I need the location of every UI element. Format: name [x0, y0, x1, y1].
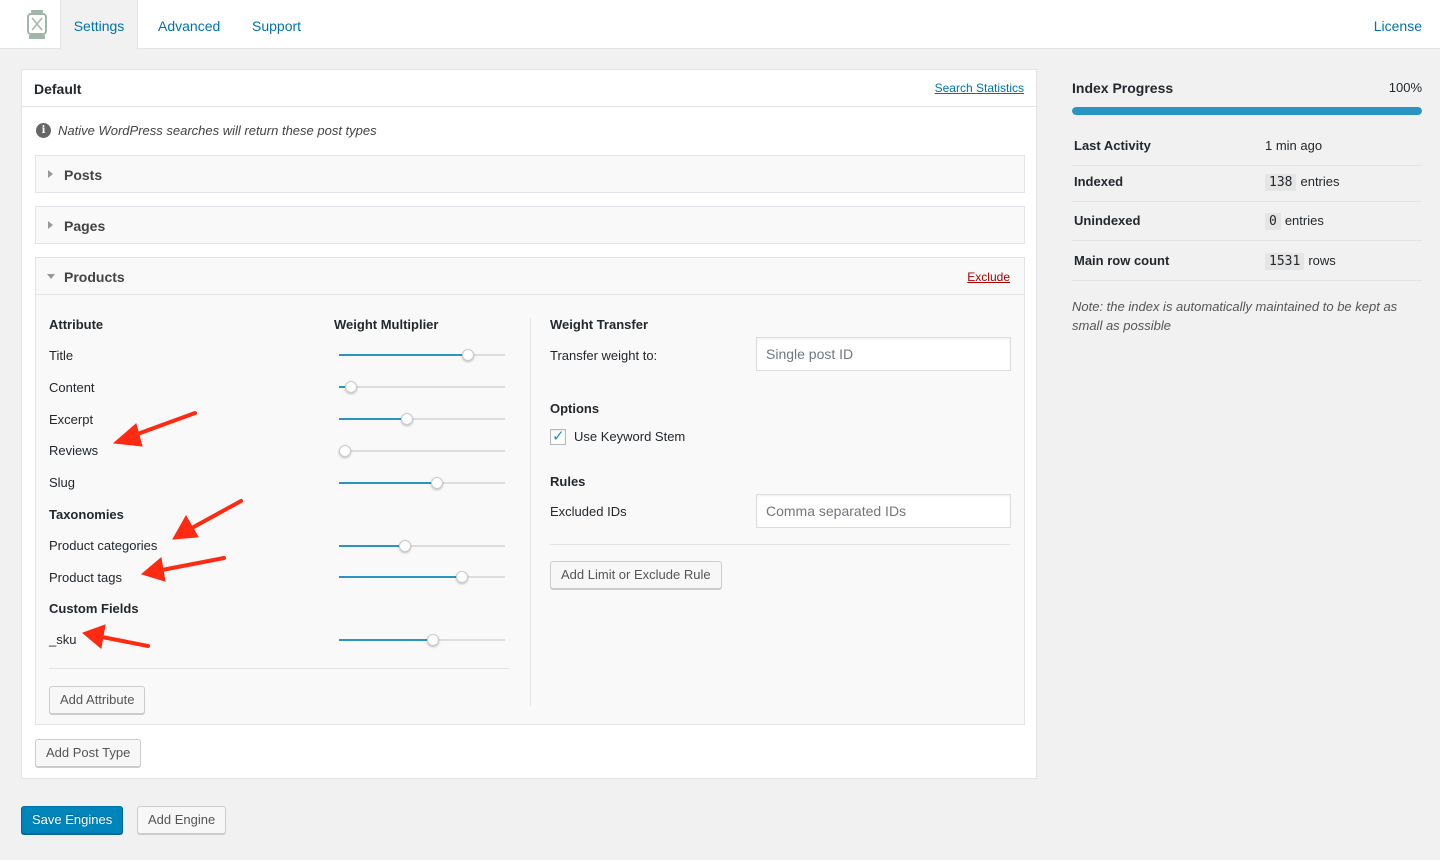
- add-attribute-button[interactable]: Add Attribute: [49, 686, 145, 714]
- stat-count: 138: [1265, 174, 1296, 191]
- weight-slider-reviews[interactable]: [339, 444, 505, 458]
- expand-arrow-icon: [48, 221, 53, 229]
- attribute-title: Title: [49, 348, 73, 363]
- tab-support[interactable]: Support: [252, 0, 301, 49]
- attribute-product-tags: Product tags: [49, 570, 122, 585]
- stat-unit: rows: [1308, 253, 1335, 268]
- search-statistics-link[interactable]: Search Statistics: [935, 81, 1024, 95]
- transfer-weight-label: Transfer weight to:: [550, 348, 657, 363]
- attribute-header: Attribute: [49, 317, 103, 332]
- stat-unindexed: Unindexed 0 entries: [1072, 201, 1422, 241]
- stat-indexed: Indexed 138 entries: [1072, 162, 1422, 202]
- attribute-sku: _sku: [49, 632, 76, 647]
- add-post-type-button[interactable]: Add Post Type: [35, 739, 141, 767]
- stat-label: Last Activity: [1074, 138, 1151, 153]
- attribute-reviews: Reviews: [49, 443, 98, 458]
- attribute-excerpt: Excerpt: [49, 412, 93, 427]
- stat-unit: entries: [1300, 174, 1339, 189]
- engine-title: Default: [34, 81, 81, 97]
- post-type-label: Pages: [64, 218, 105, 234]
- stat-count: 1531: [1265, 253, 1304, 270]
- post-type-label: Products: [64, 269, 125, 285]
- info-icon: i: [36, 123, 51, 138]
- native-search-note: i Native WordPress searches will return …: [36, 123, 377, 138]
- engine-card: Default Search Statistics i Native WordP…: [21, 69, 1037, 779]
- collapse-arrow-icon: [47, 274, 55, 279]
- top-navigation: Settings Advanced Support License: [0, 0, 1440, 49]
- weight-slider-title[interactable]: [339, 348, 505, 362]
- native-search-note-text: Native WordPress searches will return th…: [58, 123, 377, 138]
- divider: [49, 668, 510, 669]
- stat-value: 138 entries: [1265, 174, 1340, 190]
- weight-slider-slug[interactable]: [339, 476, 505, 490]
- stat-label: Indexed: [1074, 174, 1123, 189]
- attribute-slug: Slug: [49, 475, 75, 490]
- weight-slider-sku[interactable]: [339, 633, 505, 647]
- save-engines-button[interactable]: Save Engines: [21, 806, 123, 834]
- attribute-product-categories: Product categories: [49, 538, 157, 553]
- tab-advanced[interactable]: Advanced: [158, 0, 220, 49]
- post-type-label: Posts: [64, 167, 102, 183]
- transfer-weight-input[interactable]: [756, 337, 1011, 371]
- stat-main-row-count: Main row count 1531 rows: [1072, 241, 1422, 281]
- excluded-ids-label: Excluded IDs: [550, 504, 627, 519]
- weight-slider-content[interactable]: [339, 380, 505, 394]
- weight-multiplier-header: Weight Multiplier: [334, 317, 438, 332]
- divider: [550, 544, 1011, 545]
- post-type-pages[interactable]: Pages: [35, 206, 1025, 244]
- stat-value: 1531 rows: [1265, 253, 1336, 269]
- index-progress-bar: [1072, 107, 1422, 115]
- checkmark-icon: ✓: [552, 427, 565, 445]
- stat-unit: entries: [1285, 213, 1324, 228]
- weight-transfer-header: Weight Transfer: [550, 317, 648, 332]
- expand-arrow-icon: [48, 170, 53, 178]
- keyword-stem-checkbox[interactable]: ✓: [550, 429, 566, 445]
- exclude-link[interactable]: Exclude: [967, 270, 1010, 284]
- options-header: Options: [550, 401, 599, 416]
- stat-label: Main row count: [1074, 253, 1169, 268]
- stat-label: Unindexed: [1074, 213, 1140, 228]
- license-link[interactable]: License: [1374, 0, 1422, 52]
- taxonomies-header: Taxonomies: [49, 507, 124, 522]
- keyword-stem-label: Use Keyword Stem: [574, 429, 685, 444]
- rules-header: Rules: [550, 474, 585, 489]
- index-progress-percent: 100%: [1389, 80, 1422, 95]
- add-engine-button[interactable]: Add Engine: [137, 806, 226, 834]
- post-type-products: Products Exclude Attribute Weight Multip…: [35, 257, 1025, 725]
- custom-fields-header: Custom Fields: [49, 601, 139, 616]
- weight-slider-product-categories[interactable]: [339, 539, 505, 553]
- lantern-logo-icon: [24, 9, 50, 41]
- excluded-ids-input[interactable]: [756, 494, 1011, 528]
- stat-value: 1 min ago: [1265, 138, 1322, 153]
- engine-header: Default Search Statistics: [22, 70, 1036, 107]
- post-type-posts[interactable]: Posts: [35, 155, 1025, 193]
- stat-value: 0 entries: [1265, 213, 1324, 229]
- stat-count: 0: [1265, 213, 1281, 230]
- tab-settings[interactable]: Settings: [60, 0, 138, 50]
- column-divider: [530, 318, 531, 706]
- index-note: Note: the index is automatically maintai…: [1072, 297, 1424, 335]
- attribute-content: Content: [49, 380, 95, 395]
- weight-slider-product-tags[interactable]: [339, 570, 505, 584]
- products-header[interactable]: Products Exclude: [36, 258, 1024, 295]
- stat-last-activity: Last Activity 1 min ago: [1072, 126, 1422, 166]
- add-rule-button[interactable]: Add Limit or Exclude Rule: [550, 561, 722, 589]
- weight-slider-excerpt[interactable]: [339, 412, 505, 426]
- index-progress-title: Index Progress: [1072, 80, 1173, 96]
